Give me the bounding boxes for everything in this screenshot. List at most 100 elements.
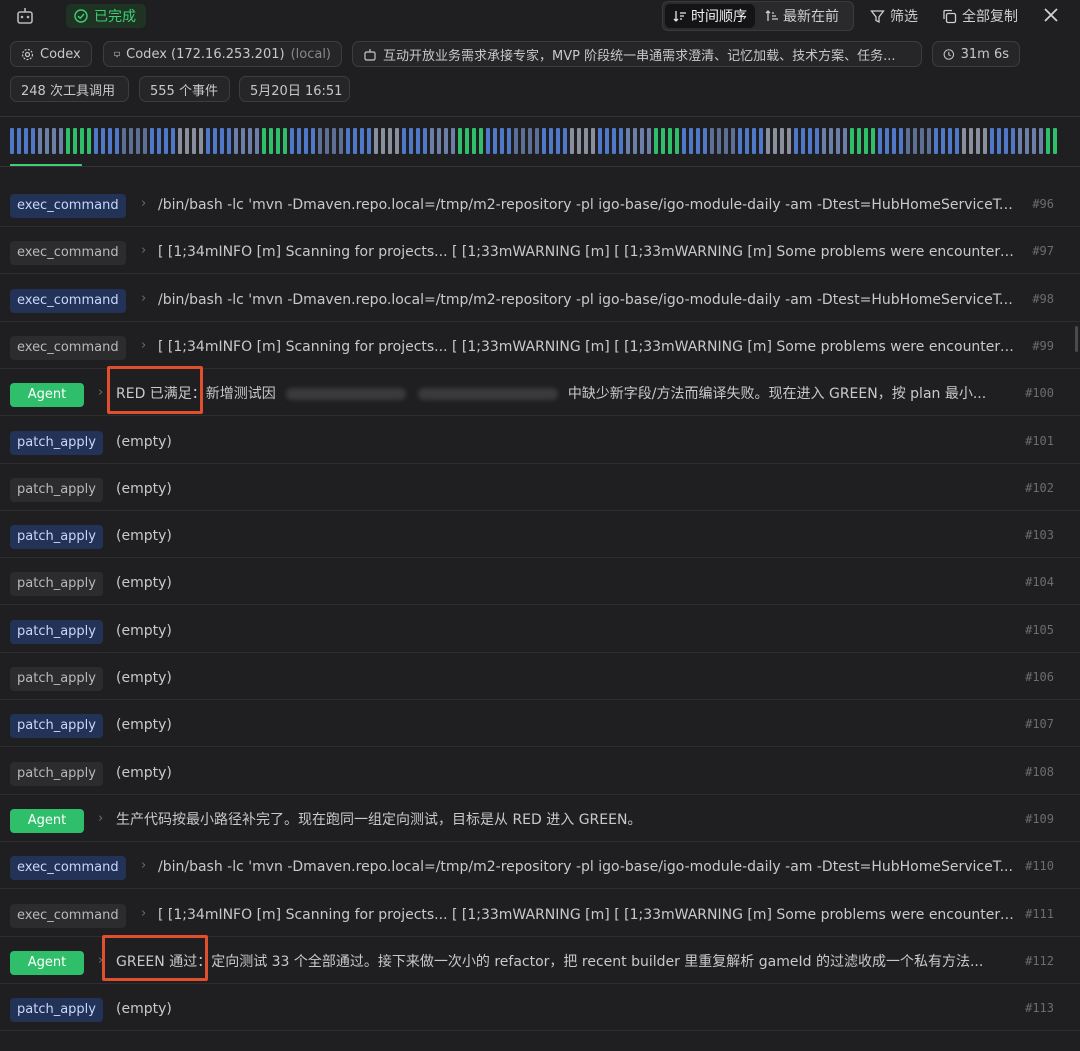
event-number: #109: [1025, 811, 1054, 826]
copy-all-button[interactable]: 全部复制: [942, 6, 1018, 26]
timeline-tick: [360, 128, 364, 154]
event-row[interactable]: exec_command › [ [1;34mINFO [m] Scanning f…: [0, 322, 1080, 369]
chevron-right-icon[interactable]: ›: [141, 906, 146, 921]
timeline-tick: [983, 128, 987, 154]
timeline-tick: [45, 128, 49, 154]
event-message-part: 中缺少新字段/方法而编译失败。现在进入 GREEN，按 plan 最小...: [567, 386, 987, 403]
copy-icon: [943, 9, 957, 23]
event-message: 生产代码按最小路径补完了。现在跑同一组定向测试，目标是从 RED 进入 GREE…: [116, 811, 642, 828]
timeline-tick: [1004, 128, 1008, 154]
header-divider: [0, 116, 1080, 117]
timeline-tick: [647, 128, 651, 154]
events-chip: 555 个事件: [139, 76, 230, 102]
scrollbar-thumb[interactable]: [1075, 326, 1078, 352]
chevron-right-icon[interactable]: ›: [98, 811, 103, 826]
event-type-tag: exec_command: [10, 194, 126, 218]
chevron-right-icon[interactable]: ›: [141, 243, 146, 258]
timeline-tick: [815, 128, 819, 154]
timeline-tick: [640, 128, 644, 154]
timeline-tick: [941, 128, 945, 154]
timeline-tick: [724, 128, 728, 154]
timeline-tick: [157, 128, 161, 154]
event-row[interactable]: patch_apply (empty) #108: [0, 748, 1080, 795]
event-row[interactable]: patch_apply (empty) #102: [0, 464, 1080, 511]
chevron-right-icon[interactable]: ›: [141, 858, 146, 873]
events-label: 555 个事件: [150, 83, 218, 99]
timeline-tick: [276, 128, 280, 154]
timeline-tick: [1018, 128, 1022, 154]
timeline-tick: [850, 128, 854, 154]
timeline-tick: [388, 128, 392, 154]
timeline-tick: [787, 128, 791, 154]
top-bar: 已完成 时间顺序 最新在前 筛选 全部复制: [0, 0, 1080, 32]
event-row[interactable]: patch_apply (empty) #103: [0, 511, 1080, 559]
host-chip-label: Codex (172.16.253.201): [126, 46, 285, 62]
event-type-tag: exec_command: [10, 903, 126, 928]
event-number: #106: [1025, 670, 1054, 684]
host-chip-tag: (local): [290, 46, 331, 62]
event-row[interactable]: patch_apply (empty) #101: [0, 417, 1080, 464]
timeline-tick: [521, 128, 525, 154]
event-type-tag: exec_command: [10, 335, 126, 360]
timeline-tick: [899, 128, 903, 154]
event-timeline[interactable]: [10, 128, 1062, 154]
timeline-tick: [17, 128, 21, 154]
timeline-tick: [822, 128, 826, 154]
timeline-tick: [395, 128, 399, 154]
chevron-right-icon[interactable]: ›: [141, 338, 146, 353]
event-row[interactable]: patch_apply (empty) #107: [0, 700, 1080, 748]
event-number: #113: [1025, 1001, 1054, 1016]
date-label: 5月20日 16:51: [250, 83, 343, 99]
sort-chronological-button[interactable]: 时间顺序: [665, 4, 755, 28]
filter-button[interactable]: 筛选: [870, 6, 918, 26]
timeline-tick: [206, 128, 210, 154]
timeline-tick: [591, 128, 595, 154]
event-type-tag: Agent: [10, 950, 84, 975]
status-badge: 已完成: [66, 4, 146, 28]
event-row[interactable]: exec_command › /bin/bash -lc 'mvn -Dmaven.…: [0, 275, 1080, 322]
chevron-right-icon[interactable]: ›: [141, 196, 146, 211]
timeline-tick: [24, 128, 28, 154]
timeline-tick: [675, 128, 679, 154]
event-row[interactable]: exec_command › [ [1;34mINFO [m] Scanning f…: [0, 890, 1080, 937]
event-row[interactable]: patch_apply (empty) #106: [0, 653, 1080, 700]
timeline-tick: [136, 128, 140, 154]
timeline-tick: [339, 128, 343, 154]
chevron-right-icon[interactable]: ›: [141, 291, 146, 306]
timeline-tick: [472, 128, 476, 154]
timeline-tick: [311, 128, 315, 154]
event-type-tag: patch_apply: [10, 477, 103, 502]
timeline-tick: [213, 128, 217, 154]
event-row[interactable]: exec_command › [ [1;34mINFO [m] Scanning f…: [0, 227, 1080, 275]
event-row[interactable]: exec_command › /bin/bash -lc 'mvn -Dmaven.…: [0, 180, 1080, 227]
sort-newest-button[interactable]: 最新在前: [757, 2, 847, 30]
timeline-divider: [0, 166, 1080, 167]
timeline-tick: [479, 128, 483, 154]
timeline-tick: [59, 128, 63, 154]
timeline-tick: [500, 128, 504, 154]
event-row[interactable]: patch_apply (empty) #104: [0, 558, 1080, 606]
event-type-tag: exec_command: [10, 856, 126, 881]
timeline-tick: [423, 128, 427, 154]
event-message: [ [1;34mINFO [m] Scanning for projects..…: [158, 906, 1015, 923]
timeline-tick: [283, 128, 287, 154]
chevron-right-icon[interactable]: ›: [98, 385, 103, 400]
event-row[interactable]: exec_command › /bin/bash -lc 'mvn -Dmaven.…: [0, 842, 1080, 890]
event-row[interactable]: patch_apply (empty) #113: [0, 984, 1080, 1032]
timeline-tick: [808, 128, 812, 154]
robot-icon: [364, 48, 376, 61]
timeline-tick: [458, 128, 462, 154]
task-chip: 互动开放业务需求承接专家，MVP 阶段统一串通需求澄清、记忆加载、技术方案、任务…: [352, 41, 922, 67]
timeline-tick: [297, 128, 301, 154]
timeline-tick: [31, 128, 35, 154]
timeline-tick: [304, 128, 308, 154]
close-icon[interactable]: [1040, 4, 1062, 26]
event-row[interactable]: patch_apply (empty) #105: [0, 606, 1080, 653]
event-row[interactable]: Agent › 生产代码按最小路径补完了。现在跑同一组定向测试，目标是从 RED 进…: [0, 795, 1080, 842]
timeline-tick: [1046, 128, 1050, 154]
robot-icon[interactable]: [12, 4, 38, 28]
timeline-tick: [773, 128, 777, 154]
timeline-tick: [794, 128, 798, 154]
timeline-tick: [150, 128, 154, 154]
timeline-tick: [416, 128, 420, 154]
